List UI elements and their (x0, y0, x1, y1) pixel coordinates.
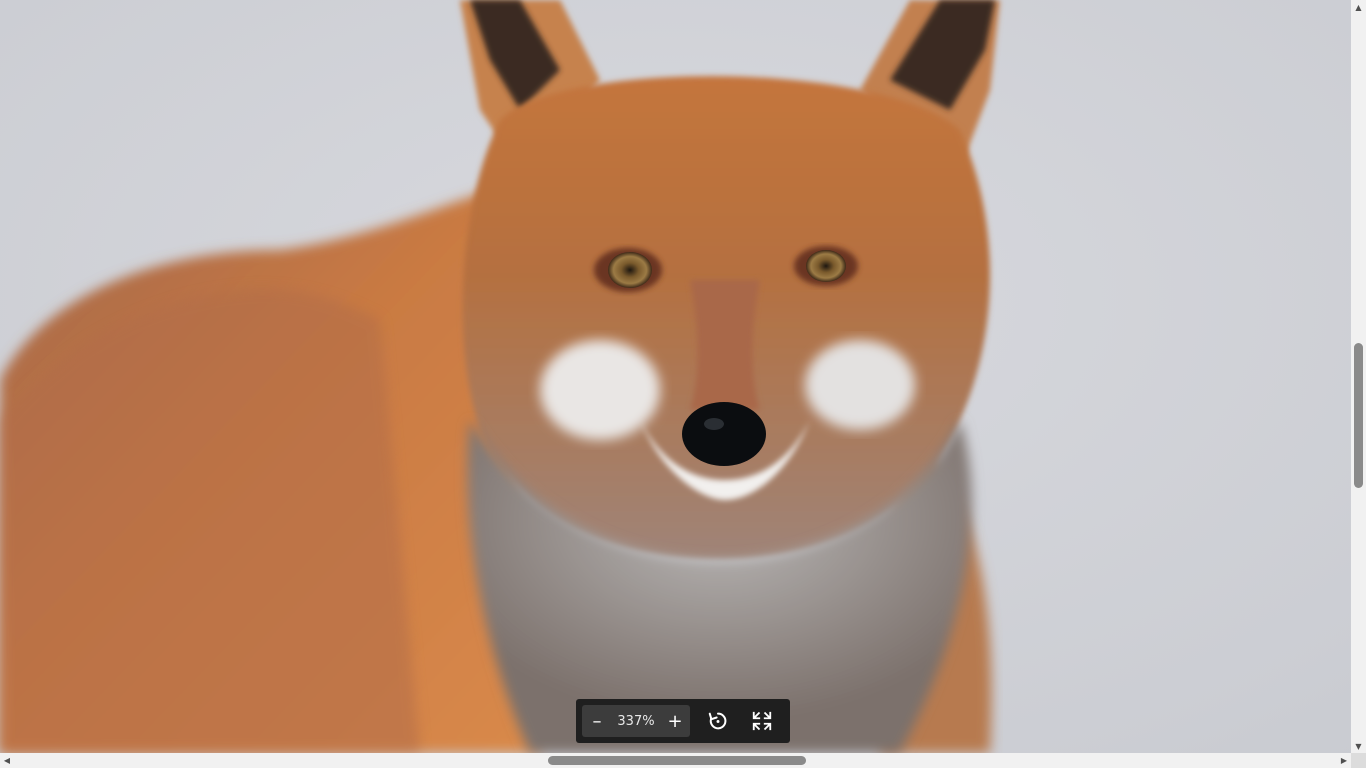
image-viewport[interactable]: – 337% + (0, 0, 1351, 753)
collapse-icon (752, 711, 772, 731)
scroll-right-arrow-icon[interactable]: ▶ (1337, 753, 1351, 768)
horizontal-scroll-thumb[interactable] (548, 756, 806, 765)
zoom-toolbar: – 337% + (576, 699, 790, 743)
vertical-scrollbar[interactable]: ▲ ▼ (1351, 0, 1366, 753)
rotate-button[interactable] (700, 703, 736, 739)
scrollbar-corner (1351, 753, 1366, 768)
zoom-in-button[interactable]: + (660, 705, 690, 737)
zoom-level: 337% (617, 713, 655, 729)
vertical-scroll-thumb[interactable] (1354, 343, 1363, 488)
scroll-down-arrow-icon[interactable]: ▼ (1351, 739, 1366, 753)
horizontal-scrollbar[interactable]: ◀ ▶ (0, 753, 1351, 768)
scroll-up-arrow-icon[interactable]: ▲ (1351, 0, 1366, 14)
scroll-left-arrow-icon[interactable]: ◀ (0, 753, 14, 768)
zoom-controls: – 337% + (582, 705, 690, 737)
fit-to-screen-button[interactable] (744, 703, 780, 739)
fox-photo (0, 0, 1351, 753)
zoom-out-button[interactable]: – (582, 705, 612, 737)
rotate-icon (708, 712, 727, 730)
plus-icon: + (667, 710, 683, 732)
minus-icon: – (592, 710, 602, 732)
